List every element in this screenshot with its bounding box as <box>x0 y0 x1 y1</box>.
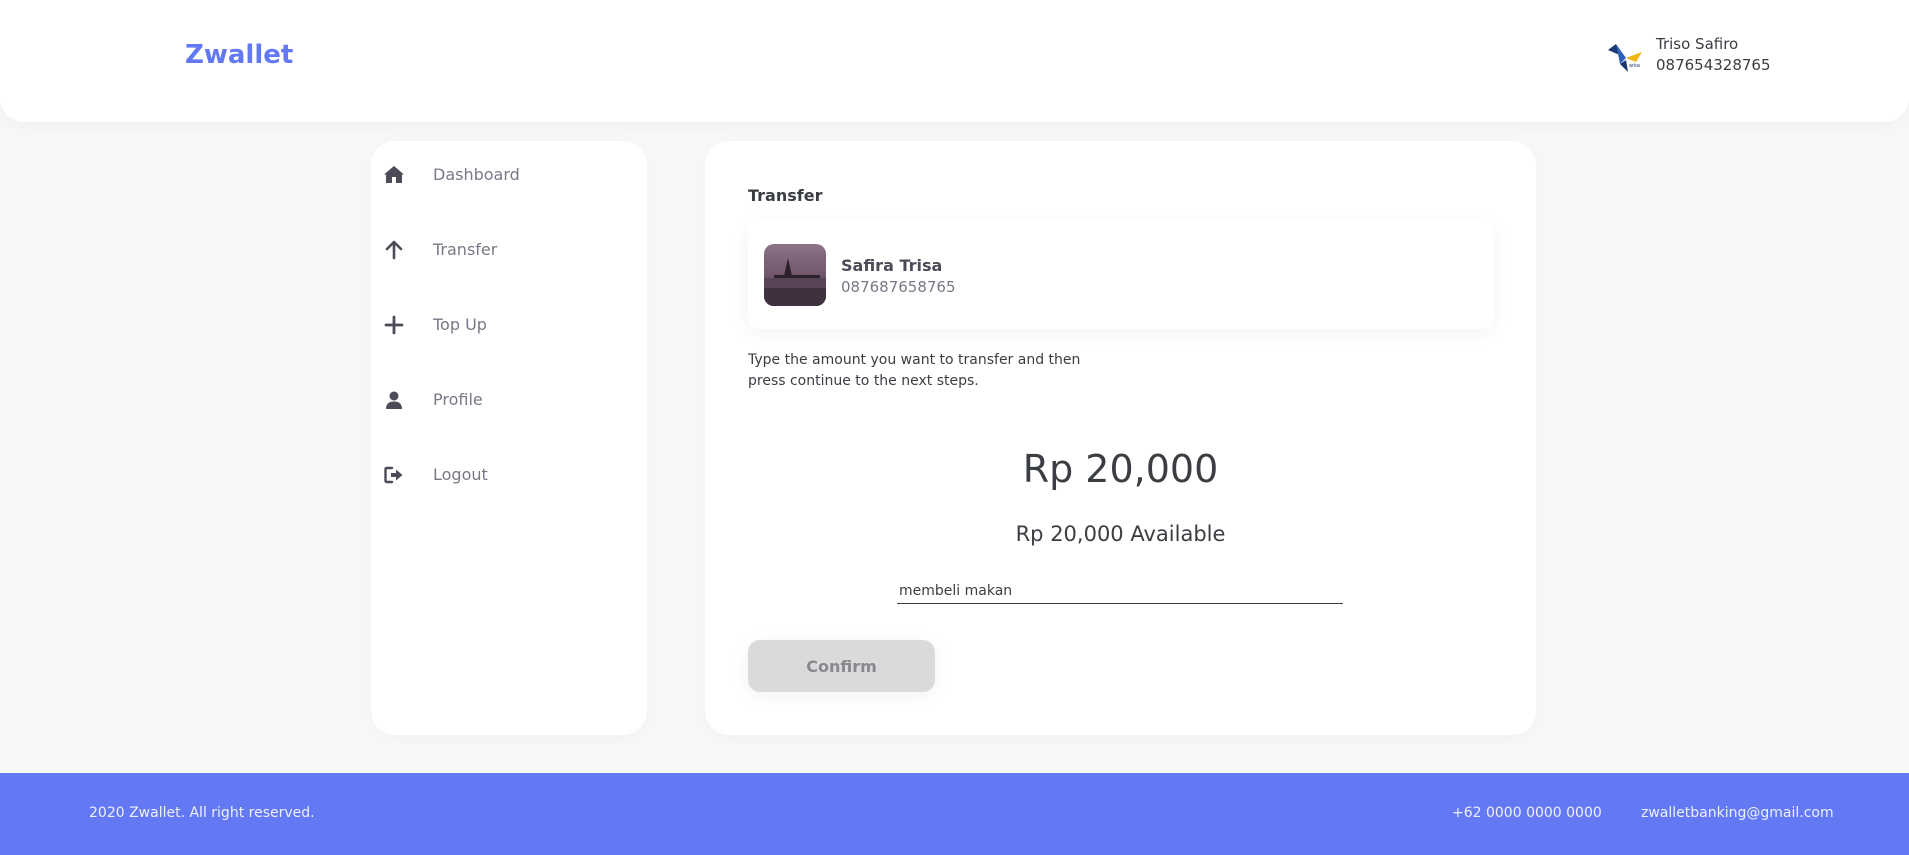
sidebar: Dashboard Transfer Top Up Profile Logout <box>371 141 647 735</box>
sidebar-item-logout[interactable]: Logout <box>371 455 647 495</box>
top-header: Zwallet arka Triso Safiro 087654328765 <box>0 0 1909 122</box>
sidebar-item-label: Profile <box>433 390 483 409</box>
contact-email: zwalletbanking@gmail.com <box>1641 805 1834 821</box>
sidebar-item-top-up[interactable]: Top Up <box>371 305 647 345</box>
sidebar-item-profile[interactable]: Profile <box>371 380 647 420</box>
user-avatar[interactable]: arka <box>1606 40 1648 76</box>
sidebar-item-dashboard[interactable]: Dashboard <box>371 155 647 195</box>
confirm-button[interactable]: Confirm <box>748 640 935 692</box>
sidebar-item-label: Dashboard <box>433 165 520 184</box>
user-name: Triso Safiro <box>1656 35 1739 53</box>
plus-icon <box>382 313 406 337</box>
note-input[interactable] <box>897 578 1343 604</box>
recipient-avatar <box>764 244 826 306</box>
transfer-amount[interactable]: Rp 20,000 <box>825 447 1416 491</box>
sidebar-item-label: Transfer <box>433 240 498 259</box>
recipient-name: Safira Trisa <box>841 256 943 275</box>
contact-phone: +62 0000 0000 0000 <box>1452 805 1602 821</box>
sidebar-item-label: Top Up <box>433 315 487 334</box>
arrow-up-icon <box>382 238 406 262</box>
footer: 2020 Zwallet. All right reserved. +62 00… <box>0 773 1909 855</box>
available-balance: Rp 20,000 Available <box>1015 522 1226 546</box>
page-title: Transfer <box>748 186 823 205</box>
recipient-card: Safira Trisa 087687658765 <box>748 221 1493 329</box>
sidebar-item-transfer[interactable]: Transfer <box>371 230 647 270</box>
instructions-text: Type the amount you want to transfer and… <box>748 352 1081 389</box>
copyright-text: 2020 Zwallet. All right reserved. <box>89 805 315 821</box>
svg-text:arka: arka <box>1629 63 1640 69</box>
user-phone: 087654328765 <box>1656 56 1771 74</box>
user-icon <box>382 388 406 412</box>
home-icon <box>382 163 406 187</box>
logout-icon <box>382 463 406 487</box>
transfer-panel: Transfer Safira Trisa 087687658765 Type … <box>705 141 1536 735</box>
recipient-phone: 087687658765 <box>841 278 956 296</box>
app-logo[interactable]: Zwallet <box>185 40 293 70</box>
sidebar-item-label: Logout <box>433 465 488 484</box>
